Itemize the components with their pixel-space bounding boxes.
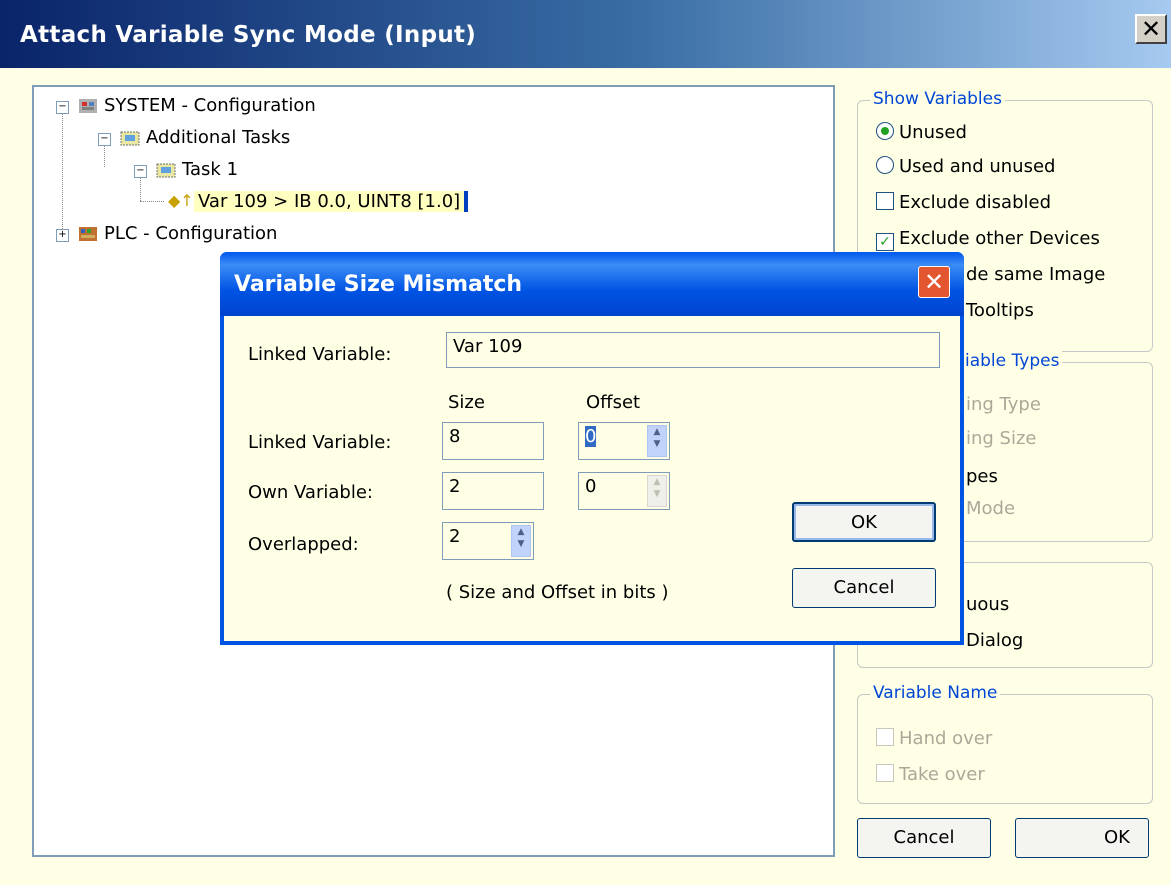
linked-variable-name-label: Linked Variable:: [248, 344, 392, 365]
tree-connector: [62, 109, 63, 237]
collapse-icon[interactable]: −: [134, 165, 147, 178]
offset-header: Offset: [586, 392, 641, 413]
exclude-other-devices-label: Exclude other Devices: [899, 228, 1100, 249]
ok-button[interactable]: OK: [1015, 818, 1149, 858]
show-variables-legend: Show Variables: [870, 89, 1005, 109]
tree-connector: [140, 201, 164, 202]
overlapped-size-stepper[interactable]: 2 ▲ ▼: [442, 522, 534, 560]
checkbox-hand-over[interactable]: Hand over: [876, 728, 992, 749]
variable-name-group: Variable Name: [857, 683, 1153, 804]
close-icon[interactable]: ✕: [1135, 14, 1167, 44]
own-offset-value: 0: [585, 476, 597, 497]
variable-name-legend: Variable Name: [870, 683, 1001, 703]
checkbox-take-over[interactable]: Take over: [876, 764, 985, 785]
radio-unused-label: Unused: [899, 122, 967, 143]
checkbox-icon: [876, 192, 894, 210]
radio-icon: [876, 156, 894, 174]
tasks-folder-icon: [120, 131, 140, 146]
close-icon[interactable]: ✕: [918, 266, 950, 298]
linked-variable-offset-stepper[interactable]: 0 ▲ ▼: [578, 422, 670, 460]
own-variable-size-field[interactable]: 2: [442, 472, 544, 510]
linked-offset-value: 0: [585, 426, 597, 447]
window-titlebar[interactable]: Attach Variable Sync Mode (Input) ✕: [0, 0, 1171, 68]
own-variable-offset-stepper: 0 ▲ ▼: [578, 472, 670, 510]
system-config-icon: [79, 99, 97, 113]
input-variable-icon: ◆↑: [168, 191, 194, 210]
window-title: Attach Variable Sync Mode (Input): [20, 22, 477, 48]
option-show-dialog[interactable]: Dialog: [966, 630, 1023, 651]
option-continuous[interactable]: uous: [966, 594, 1009, 615]
expand-icon[interactable]: +: [56, 229, 69, 242]
spinner-arrows-icon: ▲ ▼: [647, 475, 667, 507]
task-icon: [156, 163, 176, 178]
tree-item-task-1[interactable]: Task 1: [182, 159, 238, 180]
attach-variable-window: Attach Variable Sync Mode (Input) ✕ − SY…: [0, 0, 1171, 885]
radio-used-and-unused[interactable]: Used and unused: [876, 156, 1055, 177]
own-variable-label: Own Variable:: [248, 482, 373, 503]
size-offset-note: ( Size and Offset in bits ): [446, 582, 669, 603]
dialog-cancel-button[interactable]: Cancel: [792, 568, 936, 608]
linked-variable-size-field[interactable]: 8: [442, 422, 544, 460]
option-types[interactable]: pes: [966, 466, 998, 487]
spinner-arrows-icon[interactable]: ▲ ▼: [511, 525, 531, 557]
checkbox-exclude-other-devices[interactable]: ✓ Exclude other Devices: [876, 228, 1100, 251]
overlapped-label: Overlapped:: [248, 534, 359, 555]
exclude-disabled-label: Exclude disabled: [899, 192, 1051, 213]
radio-used-and-unused-label: Used and unused: [899, 156, 1056, 177]
spinner-arrows-icon[interactable]: ▲ ▼: [647, 425, 667, 457]
option-matching-type[interactable]: ing Type: [966, 394, 1041, 415]
take-over-label: Take over: [899, 764, 985, 785]
tree-item-system-configuration[interactable]: SYSTEM - Configuration: [104, 95, 316, 116]
option-mode[interactable]: Mode: [966, 498, 1015, 519]
dialog-titlebar[interactable]: Variable Size Mismatch ✕: [220, 252, 964, 316]
cancel-button[interactable]: Cancel: [857, 818, 991, 858]
option-matching-size[interactable]: ing Size: [966, 428, 1037, 449]
checkbox-exclude-disabled[interactable]: Exclude disabled: [876, 192, 1051, 213]
tree-item-plc-configuration[interactable]: PLC - Configuration: [104, 223, 277, 244]
checkbox-icon: [876, 764, 894, 782]
checkbox-icon: [876, 728, 894, 746]
checkmark-icon: ✓: [876, 233, 894, 251]
hand-over-label: Hand over: [899, 728, 993, 749]
dialog-body: Linked Variable: Var 109 Size Offset Lin…: [224, 316, 960, 641]
collapse-icon[interactable]: −: [98, 133, 111, 146]
size-header: Size: [448, 392, 485, 413]
overlapped-value: 2: [449, 526, 461, 547]
linked-variable-name-field[interactable]: Var 109: [446, 332, 940, 368]
linked-variable-label: Linked Variable:: [248, 432, 392, 453]
variable-types-legend: iable Types: [962, 351, 1063, 371]
option-same-image-partial[interactable]: de same Image: [966, 264, 1105, 285]
option-tooltips-partial[interactable]: Tooltips: [966, 300, 1034, 321]
tree-item-var-109[interactable]: Var 109 > IB 0.0, UINT8 [1.0]: [194, 191, 469, 212]
dialog-ok-button[interactable]: OK: [792, 502, 936, 542]
variable-size-mismatch-dialog: Variable Size Mismatch ✕ Linked Variable…: [220, 252, 964, 645]
collapse-icon[interactable]: −: [56, 101, 69, 114]
tree-item-additional-tasks[interactable]: Additional Tasks: [146, 127, 290, 148]
plc-config-icon: [79, 227, 97, 241]
dialog-title: Variable Size Mismatch: [234, 272, 523, 297]
radio-selected-icon: [876, 122, 894, 140]
radio-unused[interactable]: Unused: [876, 122, 967, 143]
